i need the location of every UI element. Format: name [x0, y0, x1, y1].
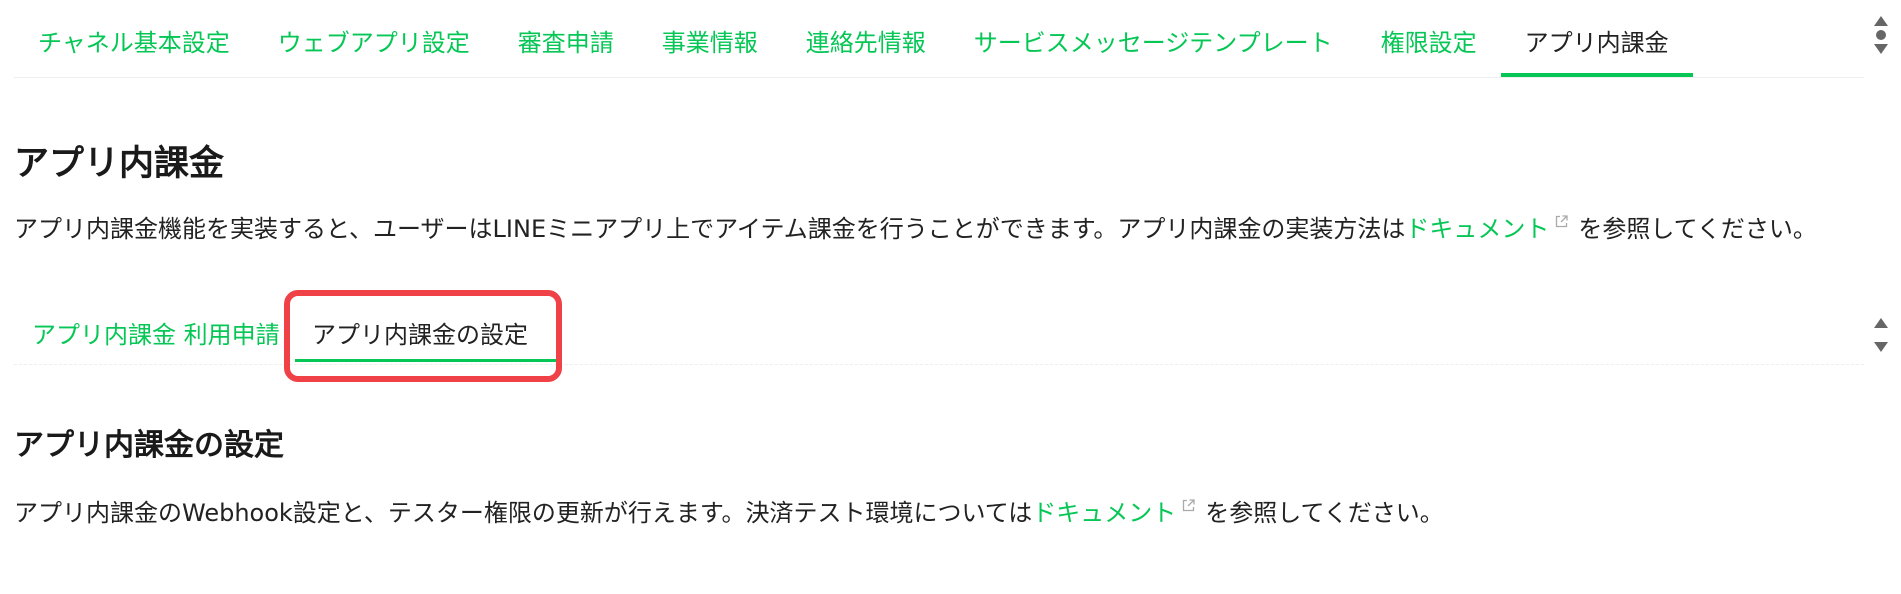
scroll-up-icon[interactable] — [1874, 318, 1888, 328]
tab-in-app-purchase-application[interactable]: アプリ内課金 利用申請 — [32, 318, 280, 352]
sub-tab-scroll-control[interactable] — [1871, 318, 1891, 352]
tab-web-app-settings[interactable]: ウェブアプリ設定 — [254, 0, 494, 77]
tab-channel-basic-settings[interactable]: チャネル基本設定 — [14, 0, 254, 77]
scroll-down-icon[interactable] — [1874, 342, 1888, 352]
section-text-after: を参照してください。 — [1205, 499, 1444, 527]
scroll-thumb[interactable] — [1876, 30, 1886, 40]
external-link-icon — [1556, 215, 1568, 228]
scroll-up-icon[interactable] — [1874, 16, 1888, 26]
highlight-annotation — [284, 290, 562, 382]
section-document-link[interactable]: ドキュメント — [1032, 499, 1176, 527]
intro-description: アプリ内課金機能を実装すると、ユーザーはLINEミニアプリ上でアイテム課金を行う… — [14, 212, 1817, 246]
scroll-down-icon[interactable] — [1874, 44, 1888, 54]
tab-service-message-template[interactable]: サービスメッセージテンプレート — [950, 0, 1357, 77]
section-description: アプリ内課金のWebhook設定と、テスター権限の更新が行えます。決済テスト環境… — [14, 496, 1444, 530]
intro-document-link[interactable]: ドキュメント — [1405, 215, 1549, 243]
tab-in-app-purchase[interactable]: アプリ内課金 — [1500, 0, 1693, 77]
top-tab-scroll-control[interactable] — [1871, 16, 1891, 54]
page: チャネル基本設定 ウェブアプリ設定 審査申請 事業情報 連絡先情報 サービスメッ… — [0, 0, 1901, 594]
section-text-before: アプリ内課金のWebhook設定と、テスター権限の更新が行えます。決済テスト環境… — [14, 499, 1033, 527]
top-tab-bar: チャネル基本設定 ウェブアプリ設定 審査申請 事業情報 連絡先情報 サービスメッ… — [14, 0, 1864, 78]
tab-contact-info[interactable]: 連絡先情報 — [782, 0, 950, 77]
tab-permission-settings[interactable]: 権限設定 — [1357, 0, 1501, 77]
tab-business-info[interactable]: 事業情報 — [638, 0, 782, 77]
intro-text-after: を参照してください。 — [1578, 215, 1817, 243]
page-title: アプリ内課金 — [14, 144, 225, 184]
tab-review-request[interactable]: 審査申請 — [494, 0, 638, 77]
intro-text-before: アプリ内課金機能を実装すると、ユーザーはLINEミニアプリ上でアイテム課金を行う… — [14, 215, 1406, 243]
external-link-icon — [1183, 499, 1195, 512]
section-title: アプリ内課金の設定 — [14, 428, 284, 463]
